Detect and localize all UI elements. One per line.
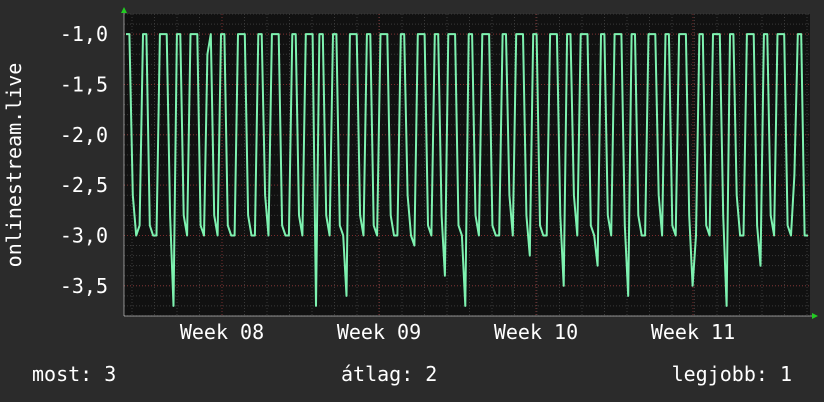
y-tick-label: -3,0 bbox=[60, 223, 108, 247]
legend-best: legjobb: 1 bbox=[671, 362, 792, 386]
y-tick-label: -1,5 bbox=[60, 72, 108, 96]
y-tick-label: -2,5 bbox=[60, 173, 108, 197]
x-tick-labels: Week 08 Week 09 Week 10 Week 11 bbox=[180, 320, 735, 344]
chart-frame: -1,0 -1,5 -2,0 -2,5 -3,0 -3,5 Week 08 Week 09 W… bbox=[0, 0, 824, 402]
y-tick-labels: -1,0 -1,5 -2,0 -2,5 -3,0 -3,5 bbox=[60, 22, 108, 298]
x-tick-label: Week 10 bbox=[494, 320, 578, 344]
x-axis-arrow bbox=[812, 313, 818, 319]
y-tick-label: -1,0 bbox=[60, 22, 108, 46]
x-tick-label: Week 09 bbox=[337, 320, 421, 344]
legend-average: átlag: 2 bbox=[341, 362, 438, 386]
y-tick-label: -3,5 bbox=[60, 274, 108, 298]
x-tick-label: Week 11 bbox=[651, 320, 735, 344]
y-axis-arrow bbox=[121, 7, 127, 13]
y-axis-label: onlinestream.live bbox=[2, 63, 26, 268]
x-tick-label: Week 08 bbox=[180, 320, 264, 344]
legend-now: most: 3 bbox=[32, 362, 117, 386]
line-chart: -1,0-1,5-2,0-2,5-3,0-3,5 Week 08 Week 09 W… bbox=[2, 7, 818, 344]
y-tick-label: -2,0 bbox=[60, 123, 108, 147]
